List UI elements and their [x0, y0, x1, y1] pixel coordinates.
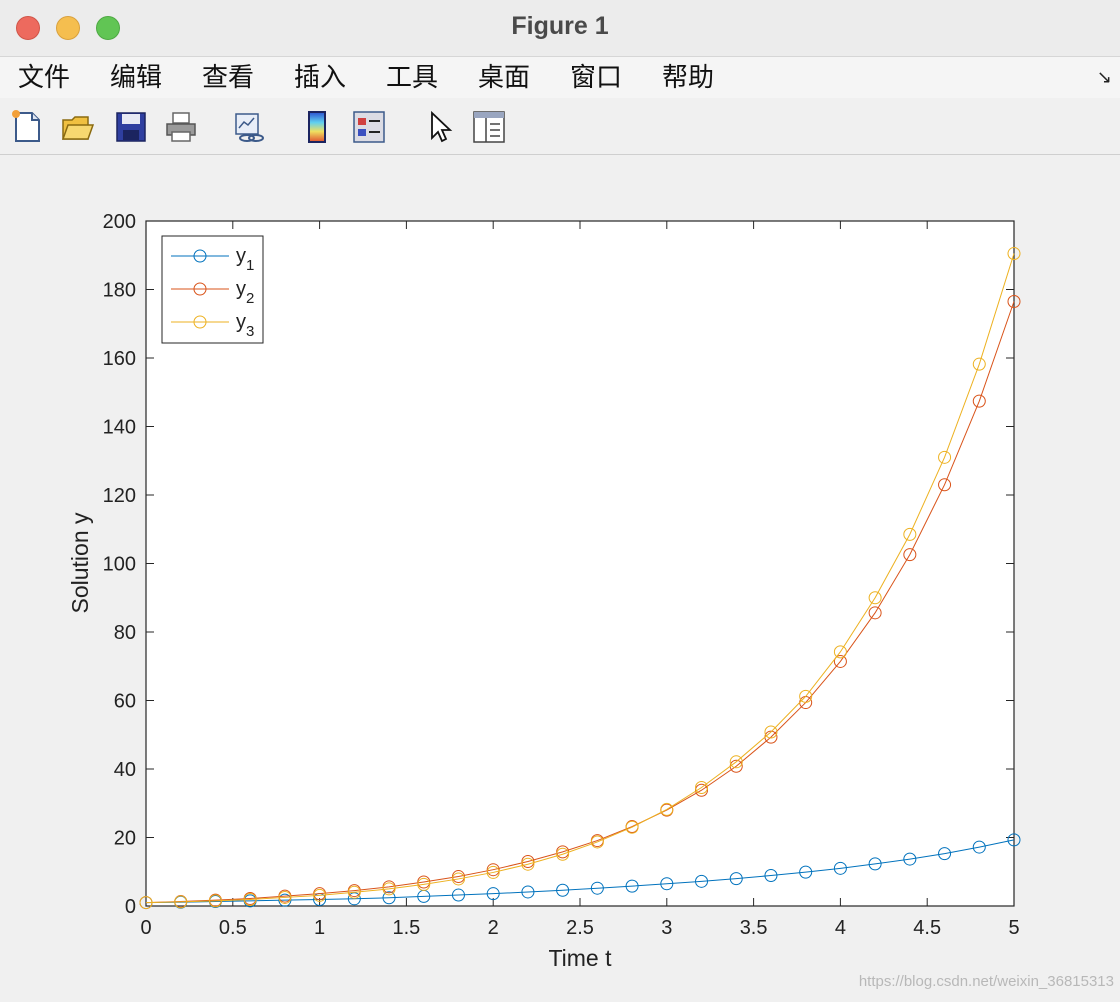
link-plot-icon[interactable]: [232, 110, 266, 144]
legend-entry-subscript: 2: [246, 290, 254, 307]
watermark-text: https://blog.csdn.net/weixin_36815313: [858, 973, 1114, 990]
save-icon[interactable]: [114, 110, 148, 144]
y-tick-label: 60: [114, 691, 136, 713]
y-tick-label: 180: [103, 280, 136, 302]
x-tick-label: 4.5: [913, 917, 941, 939]
line-chart[interactable]: 0 0.5 1 1.5 2 2.5 3 3.5 4 4.5 5 0 20 40 60 80 100 120 140…: [0, 155, 1120, 998]
legend-entry-subscript: 3: [246, 323, 254, 340]
y-tick-label: 0: [125, 896, 136, 918]
x-tick-label: 5: [1008, 917, 1019, 939]
y-tick-label: 80: [114, 622, 136, 644]
x-tick-label: 2: [488, 917, 499, 939]
menu-help[interactable]: 帮助: [662, 61, 714, 95]
x-tick-label: 3: [661, 917, 672, 939]
y-axis-label: Solution y: [67, 512, 93, 614]
legend[interactable]: y1y2y3: [161, 235, 264, 344]
menu-tools[interactable]: 工具: [386, 61, 438, 95]
menu-view[interactable]: 查看: [202, 61, 254, 95]
x-axis-label: Time t: [548, 945, 612, 971]
y-tick-label: 40: [114, 759, 136, 781]
menu-overflow-icon[interactable]: ↘: [1097, 67, 1112, 88]
x-tick-label: 2.5: [566, 917, 594, 939]
y-tick-label: 100: [103, 554, 136, 576]
menu-edit[interactable]: 编辑: [110, 61, 162, 95]
figure-area: 0 0.5 1 1.5 2 2.5 3 3.5 4 4.5 5 0 20 40 60 80 100 120 140…: [0, 155, 1120, 998]
property-inspector-icon[interactable]: [472, 110, 506, 144]
y-tick-label: 140: [103, 417, 136, 439]
legend-icon[interactable]: [352, 110, 386, 144]
menu-file[interactable]: 文件: [18, 61, 70, 95]
x-tick-label: 1.5: [392, 917, 420, 939]
toolbar: [0, 98, 1120, 155]
x-tick-label: 4: [835, 917, 846, 939]
x-tick-label: 3.5: [740, 917, 768, 939]
x-tick-label: 1: [314, 917, 325, 939]
open-file-icon[interactable]: [60, 110, 94, 144]
menu-bar: 文件 编辑 查看 插入 工具 桌面 窗口 帮助 ↘: [0, 57, 1120, 99]
y-tick-label: 160: [103, 348, 136, 370]
y-tick-label: 20: [114, 828, 136, 850]
menu-desktop[interactable]: 桌面: [478, 61, 530, 95]
menu-window[interactable]: 窗口: [570, 61, 622, 95]
x-tick-label: 0: [140, 917, 151, 939]
menu-insert[interactable]: 插入: [294, 61, 346, 95]
plot-area: [145, 220, 1015, 907]
y-tick-label: 200: [103, 211, 136, 233]
pointer-icon[interactable]: [422, 110, 456, 144]
y-tick-label: 120: [103, 485, 136, 507]
colorbar-icon[interactable]: [300, 110, 334, 144]
print-icon[interactable]: [164, 110, 198, 144]
x-tick-label: 0.5: [219, 917, 247, 939]
window-title: Figure 1: [511, 12, 609, 40]
new-figure-icon[interactable]: [10, 110, 44, 144]
title-bar: Figure 1: [0, 0, 1120, 57]
menu-items: 文件 编辑 查看 插入 工具 桌面 窗口 帮助: [0, 57, 736, 99]
legend-entry-subscript: 1: [246, 257, 254, 274]
